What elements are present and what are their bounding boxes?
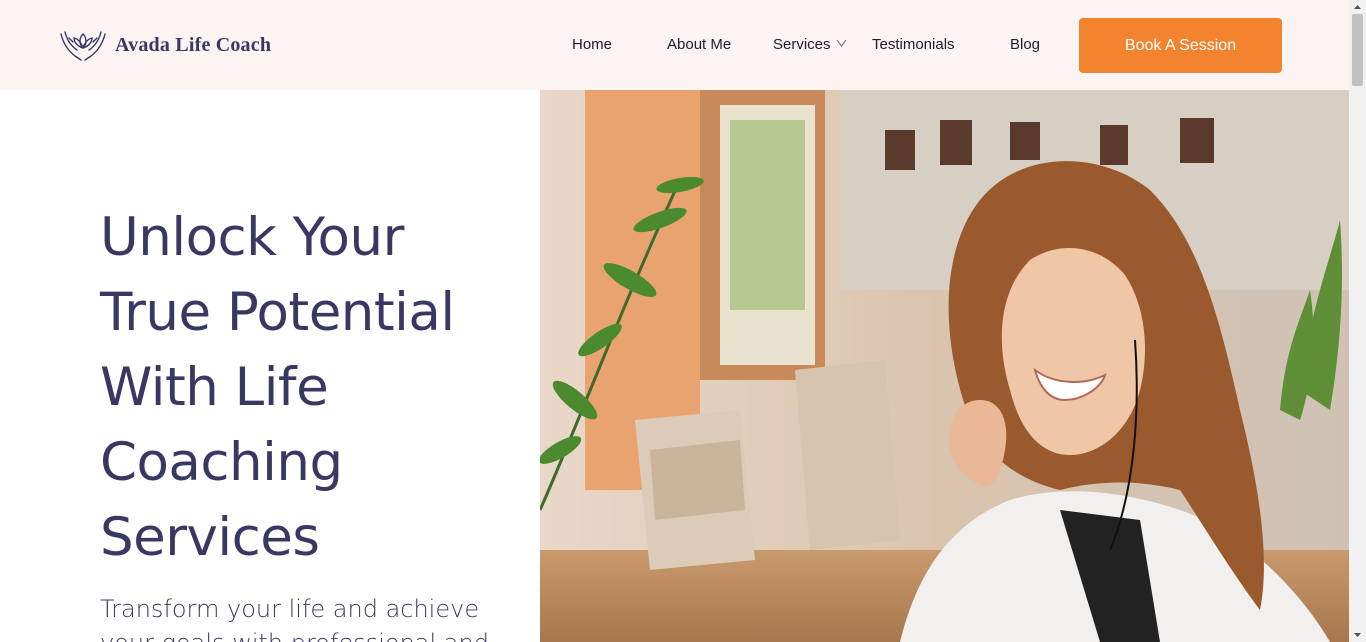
nav-services[interactable]: Services [773, 36, 831, 53]
hero-text-panel: Unlock Your True Potential With Life Coa… [0, 90, 540, 642]
nav-home[interactable]: Home [572, 36, 612, 53]
brand-name: Avada Life Coach [115, 33, 272, 56]
hero-subtitle: Transform your life and achieve your goa… [100, 595, 489, 642]
nav-blog[interactable]: Blog [1010, 36, 1040, 53]
nav-about-me[interactable]: About Me [667, 36, 731, 53]
brand-logo[interactable]: Avada Life Coach [59, 28, 271, 62]
book-session-button[interactable]: Book A Session [1079, 18, 1282, 73]
scrollbar-thumb[interactable] [1352, 14, 1363, 86]
site-header: Avada Life Coach Home About Me Services … [0, 0, 1349, 90]
hero-image [540, 90, 1349, 642]
hero-photo-illustration [540, 90, 1349, 642]
hero-title: Unlock Your True Potential With Life Coa… [100, 207, 455, 568]
lotus-hands-icon [60, 31, 106, 61]
scroll-down-arrow-icon[interactable] [1349, 628, 1366, 642]
chevron-down-icon[interactable] [836, 38, 847, 48]
page-scrollbar[interactable] [1349, 0, 1366, 642]
nav-testimonials[interactable]: Testimonials [872, 36, 955, 53]
scroll-up-arrow-icon[interactable] [1349, 0, 1366, 14]
